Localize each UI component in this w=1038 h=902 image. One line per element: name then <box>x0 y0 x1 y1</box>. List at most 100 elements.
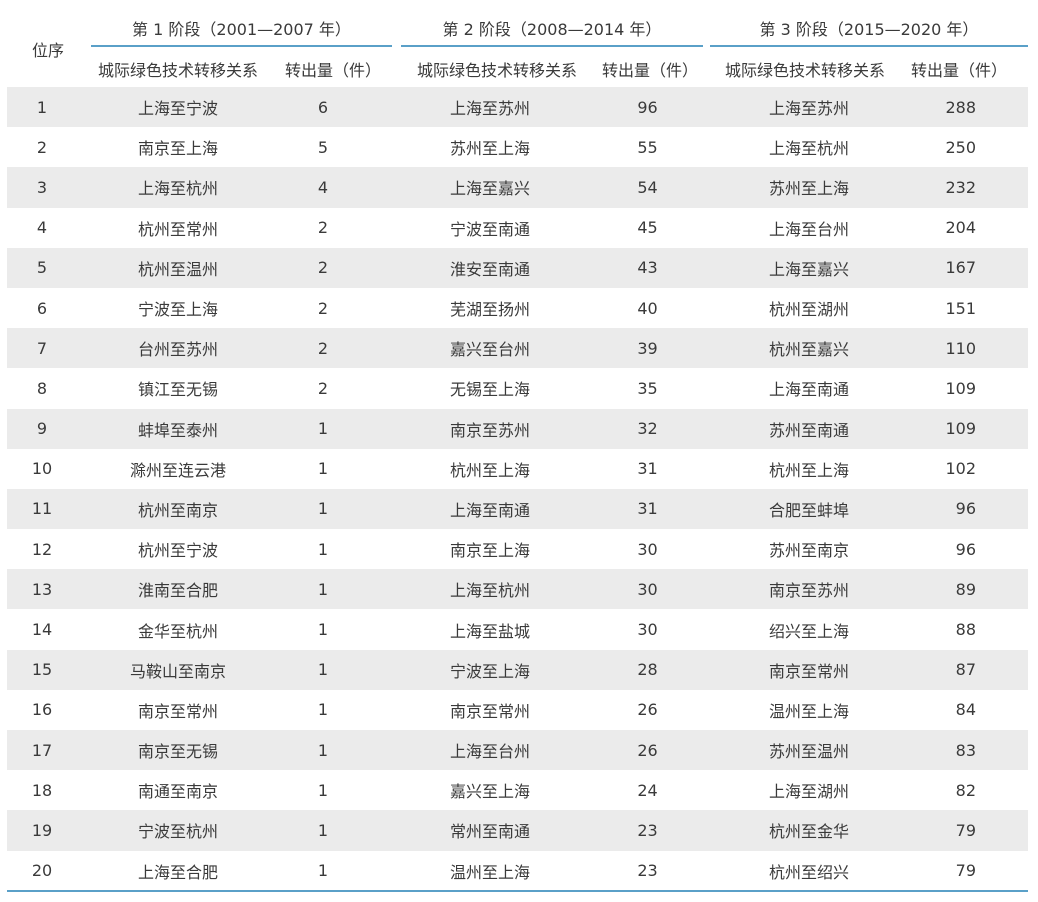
stage-2-relation-cell: 上海至南通 <box>401 488 593 530</box>
stage-1-relation-cell: 杭州至温州 <box>91 247 265 288</box>
stage-2-count-cell: 28 <box>593 649 710 690</box>
stage-3-relation-cell: 苏州至南京 <box>710 529 908 570</box>
stage-2-title: 第 2 阶段（2008—2014 年） <box>442 20 662 39</box>
rank-cell: 6 <box>7 287 91 329</box>
stage-2-relation-cell: 上海至苏州 <box>401 87 593 128</box>
stage-3-relation-cell: 绍兴至上海 <box>710 609 908 650</box>
stage-2-rule <box>401 45 703 47</box>
stage-3-relation-cell: 杭州至绍兴 <box>710 850 908 891</box>
stage-2-relation-cell: 嘉兴至台州 <box>401 328 593 369</box>
stage-2-relation-cell: 南京至常州 <box>401 689 593 730</box>
stage-3-count-cell: 96 <box>908 488 1028 530</box>
rank-cell: 17 <box>7 730 91 771</box>
stage-2-count-cell: 30 <box>593 529 710 570</box>
stage-1-count-cell: 1 <box>265 488 401 530</box>
rank-cell: 10 <box>7 448 91 489</box>
stage-1-relation-cell: 上海至杭州 <box>91 167 265 208</box>
stage-1-count-cell: 1 <box>265 770 401 811</box>
stage-2-count-header: 转出量（件） <box>601 61 698 80</box>
rank-cell: 7 <box>7 328 91 369</box>
rank-cell: 16 <box>7 689 91 730</box>
stage-2-count-cell: 26 <box>593 689 710 730</box>
stage-1-relation-cell: 上海至宁波 <box>91 87 265 128</box>
rank-cell: 12 <box>7 529 91 570</box>
stage-3-count-cell: 232 <box>908 167 1028 208</box>
table-row: 8 镇江至无锡 2 无锡至上海 35 上海至南通 109 <box>7 368 1028 409</box>
stage-1-count-cell: 1 <box>265 810 401 851</box>
stage-3-relation-cell: 上海至湖州 <box>710 770 908 811</box>
rank-cell: 4 <box>7 207 91 248</box>
table-row: 19 宁波至杭州 1 常州至南通 23 杭州至金华 79 <box>7 810 1028 851</box>
table-row: 2 南京至上海 5 苏州至上海 55 上海至杭州 250 <box>7 127 1028 168</box>
stage-2-relation-cell: 上海至杭州 <box>401 569 593 610</box>
table-row: 20 上海至合肥 1 温州至上海 23 杭州至绍兴 79 <box>7 850 1028 891</box>
stage-3-count-cell: 82 <box>908 770 1028 811</box>
stage-2-relation-cell: 无锡至上海 <box>401 368 593 409</box>
table-row: 1 上海至宁波 6 上海至苏州 96 上海至苏州 288 <box>7 87 1028 128</box>
stage-3-count-cell: 87 <box>908 649 1028 690</box>
stage-3-relation-cell: 苏州至温州 <box>710 730 908 771</box>
stage-2-relation-cell: 苏州至上海 <box>401 127 593 168</box>
stage-3-relation-cell: 上海至台州 <box>710 207 908 248</box>
rank-cell: 18 <box>7 770 91 811</box>
ranking-table: 位序 第 1 阶段（2001—2007 年） 城际绿色技术转移关系 转出量（件）… <box>7 8 1028 892</box>
stage-2-count-cell: 55 <box>593 127 710 168</box>
stage-1-relation-cell: 淮南至合肥 <box>91 569 265 610</box>
table-row: 6 宁波至上海 2 芜湖至扬州 40 杭州至湖州 151 <box>7 287 1028 329</box>
stage-3-relation-cell: 合肥至蚌埠 <box>710 488 908 530</box>
stage-1-count-cell: 2 <box>265 328 401 369</box>
stage-1-relation-cell: 马鞍山至南京 <box>91 649 265 690</box>
stage-1-relation-cell: 镇江至无锡 <box>91 368 265 409</box>
stage-3-count-cell: 84 <box>908 689 1028 730</box>
stage-1-relation-cell: 南京至无锡 <box>91 730 265 771</box>
stage-1-count-header: 转出量（件） <box>284 61 381 80</box>
rank-cell: 5 <box>7 247 91 288</box>
rank-cell: 19 <box>7 810 91 851</box>
table-body: 1 上海至宁波 6 上海至苏州 96 上海至苏州 288 2 南京至上海 5 苏州至上海 55 上海至杭… <box>7 87 1028 891</box>
stage-2-relation-cell: 上海至盐城 <box>401 609 593 650</box>
stage-3-relation-cell: 上海至嘉兴 <box>710 247 908 288</box>
table-row: 15 马鞍山至南京 1 宁波至上海 28 南京至常州 87 <box>7 649 1028 690</box>
stage-1-count-cell: 1 <box>265 649 401 690</box>
rank-cell: 20 <box>7 850 91 891</box>
stage-1-count-cell: 1 <box>265 609 401 650</box>
stage-3-rule <box>710 45 1028 47</box>
stage-2-relation-header: 城际绿色技术转移关系 <box>416 61 577 80</box>
stage-3-relation-cell: 上海至南通 <box>710 368 908 409</box>
stage-1-count-cell: 1 <box>265 730 401 771</box>
stage-3-relation-cell: 温州至上海 <box>710 689 908 730</box>
stage-1-count-cell: 6 <box>265 87 401 128</box>
stage-3-relation-cell: 上海至苏州 <box>710 87 908 128</box>
stage-3-count-cell: 96 <box>908 529 1028 570</box>
stage-2-relation-cell: 宁波至南通 <box>401 207 593 248</box>
stage-3-relation-cell: 杭州至嘉兴 <box>710 328 908 369</box>
table-row: 11 杭州至南京 1 上海至南通 31 合肥至蚌埠 96 <box>7 488 1028 530</box>
table-row: 9 蚌埠至泰州 1 南京至苏州 32 苏州至南通 109 <box>7 408 1028 449</box>
stage-1-relation-cell: 杭州至南京 <box>91 488 265 530</box>
stage-1-count-cell: 2 <box>265 247 401 288</box>
rank-cell: 14 <box>7 609 91 650</box>
stage-1-count-cell: 1 <box>265 408 401 449</box>
stage-2-relation-cell: 宁波至上海 <box>401 649 593 690</box>
table-row: 10 滁州至连云港 1 杭州至上海 31 杭州至上海 102 <box>7 448 1028 489</box>
stage-2-relation-cell: 南京至苏州 <box>401 408 593 449</box>
stage-3-relation-cell: 南京至苏州 <box>710 569 908 610</box>
stage-1-count-cell: 2 <box>265 368 401 409</box>
stage-2-relation-cell: 常州至南通 <box>401 810 593 851</box>
stage-2-relation-cell: 杭州至上海 <box>401 448 593 489</box>
stage-3-count-cell: 88 <box>908 609 1028 650</box>
stage-3-relation-cell: 杭州至上海 <box>710 448 908 489</box>
stage-2-count-cell: 24 <box>593 770 710 811</box>
stage-2-relation-cell: 温州至上海 <box>401 850 593 891</box>
stage-1-relation-cell: 蚌埠至泰州 <box>91 408 265 449</box>
stage-3-title: 第 3 阶段（2015—2020 年） <box>759 20 979 39</box>
stage-1-relation-cell: 南京至常州 <box>91 689 265 730</box>
table-row: 3 上海至杭州 4 上海至嘉兴 54 苏州至上海 232 <box>7 167 1028 208</box>
rank-cell: 8 <box>7 368 91 409</box>
stage-3-count-header: 转出量（件） <box>910 61 1007 80</box>
stage-2-count-cell: 32 <box>593 408 710 449</box>
stage-3-count-cell: 288 <box>908 87 1028 128</box>
stage-1-relation-cell: 杭州至宁波 <box>91 529 265 570</box>
stage-1-relation-cell: 金华至杭州 <box>91 609 265 650</box>
stage-3-count-cell: 151 <box>908 287 1028 329</box>
